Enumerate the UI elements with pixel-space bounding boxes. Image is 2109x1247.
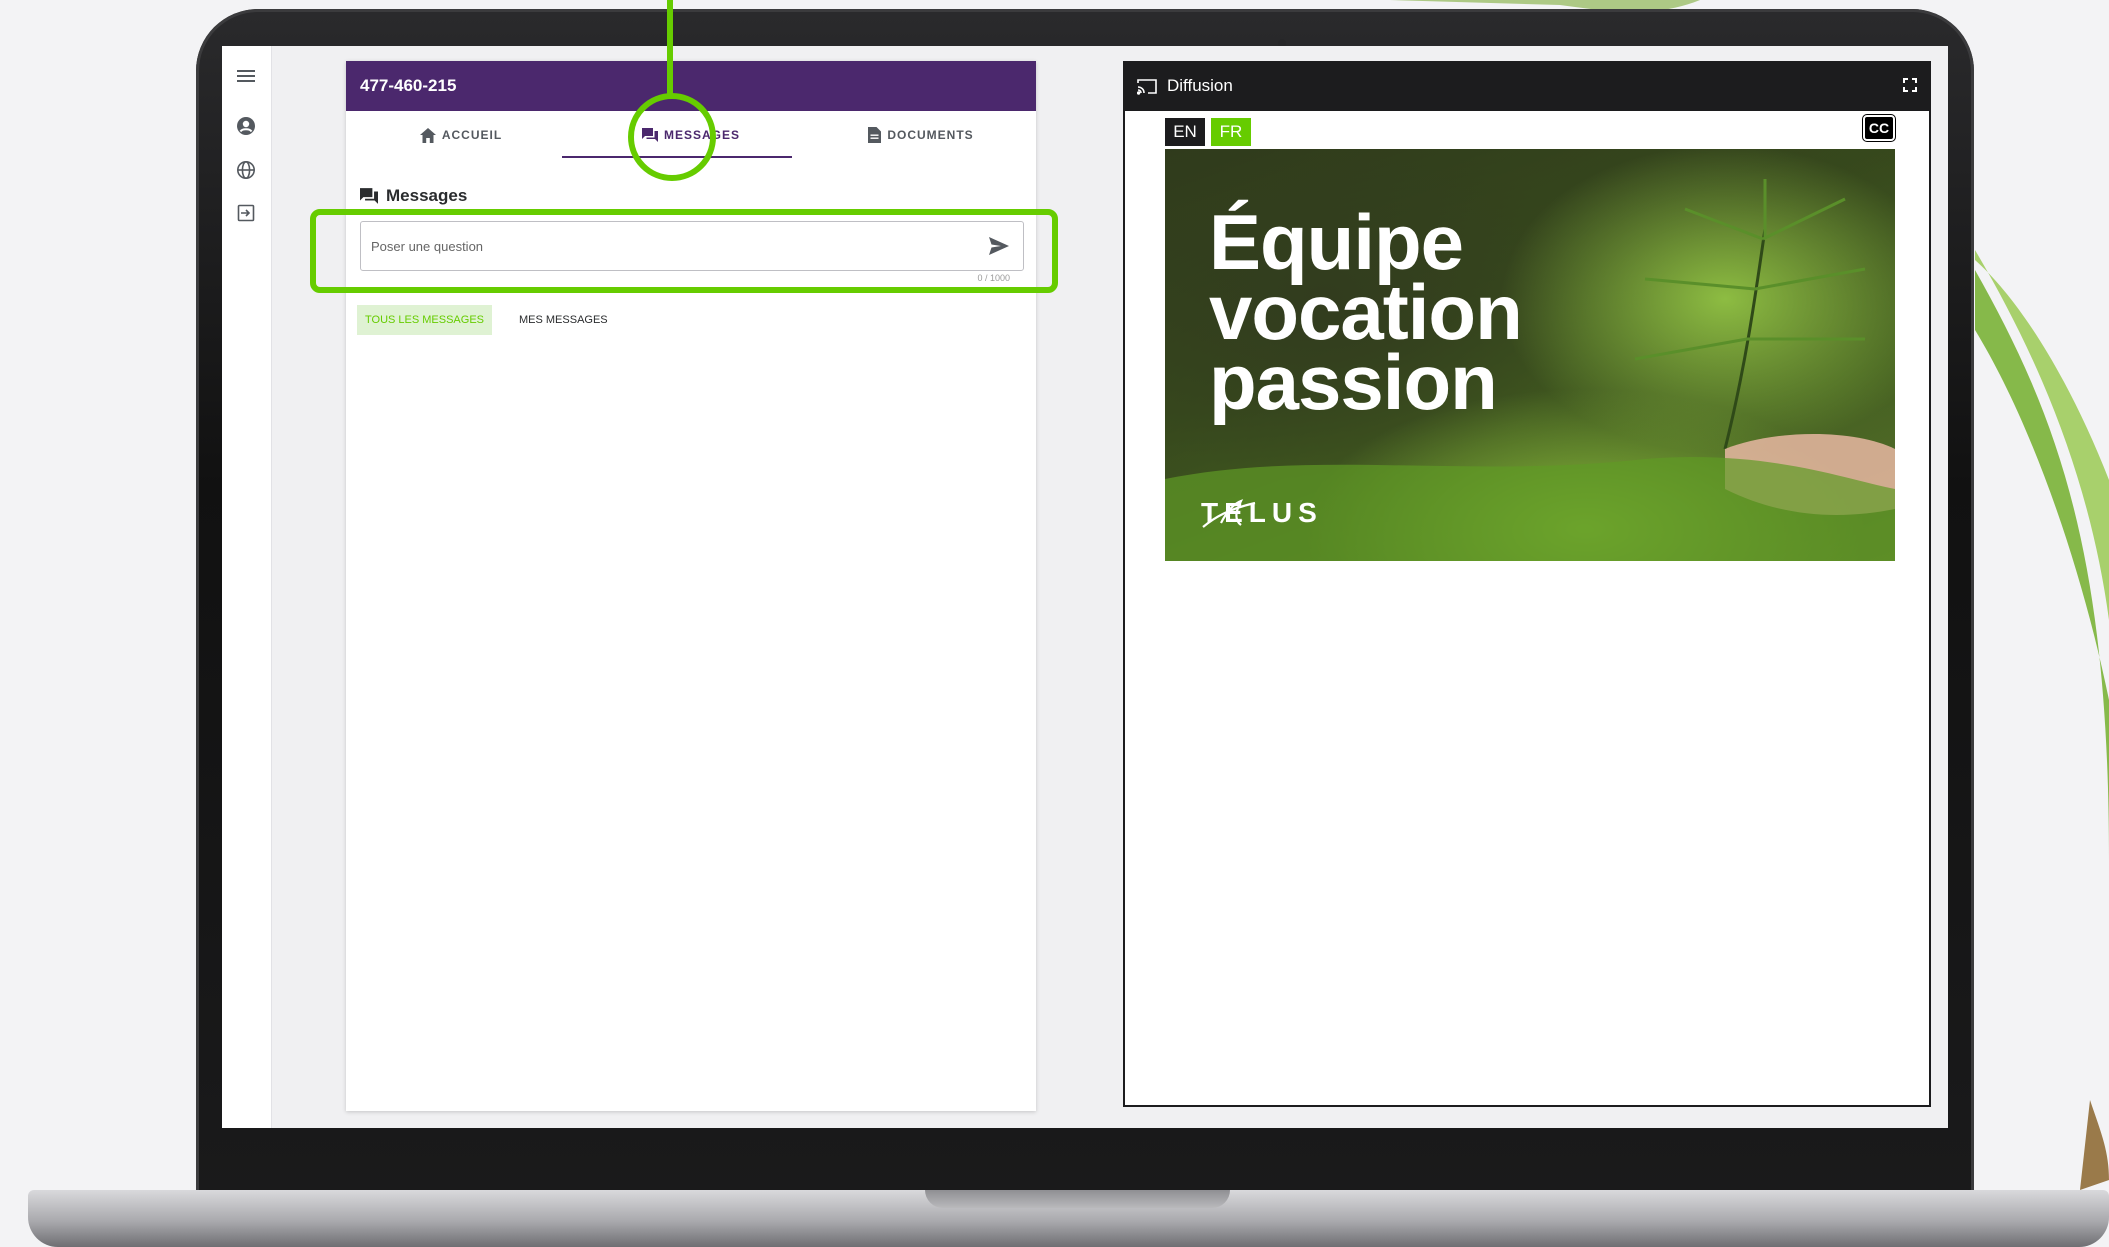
video-headline: Équipe vocation passion: [1209, 198, 1523, 426]
laptop-notch: [925, 1190, 1230, 1208]
user-icon[interactable]: [234, 114, 258, 138]
section-title-text: Messages: [386, 186, 468, 205]
messages-section-title: Messages: [360, 186, 467, 206]
filter-my-messages[interactable]: MES MESSAGES: [511, 305, 616, 335]
fullscreen-icon[interactable]: [1903, 78, 1917, 92]
video-player[interactable]: Équipe vocation passion TELUS: [1165, 149, 1895, 561]
broadcast-panel: Diffusion EN FR CC Équipe vocation passi…: [1123, 61, 1931, 1107]
home-icon: [419, 127, 436, 143]
forum-icon: [360, 187, 378, 204]
closed-captions-button[interactable]: CC: [1862, 114, 1896, 142]
broadcast-title: Diffusion: [1167, 76, 1233, 95]
nav-rail: [222, 46, 272, 1128]
menu-icon[interactable]: [234, 64, 258, 88]
telus-mark-icon: [1202, 499, 1256, 528]
logout-icon[interactable]: [234, 201, 258, 225]
document-icon: [868, 127, 882, 143]
cast-icon: [1137, 78, 1157, 95]
tab-documents[interactable]: DOCUMENTS: [806, 111, 1036, 159]
tab-accueil[interactable]: ACCUEIL: [346, 111, 576, 159]
tab-label: DOCUMENTS: [887, 128, 974, 142]
callout-highlight-box: [310, 209, 1058, 293]
callout-line: [667, 0, 673, 96]
filter-all-messages[interactable]: TOUS LES MESSAGES: [357, 305, 493, 335]
broadcast-header: Diffusion: [1125, 61, 1929, 111]
globe-icon[interactable]: [234, 158, 258, 182]
tab-label: ACCUEIL: [441, 128, 503, 142]
callout-circle: [628, 93, 716, 181]
telus-logo: TELUS: [1201, 497, 1323, 529]
lang-en-button[interactable]: EN: [1165, 118, 1205, 146]
lang-fr-button[interactable]: FR: [1211, 118, 1251, 146]
